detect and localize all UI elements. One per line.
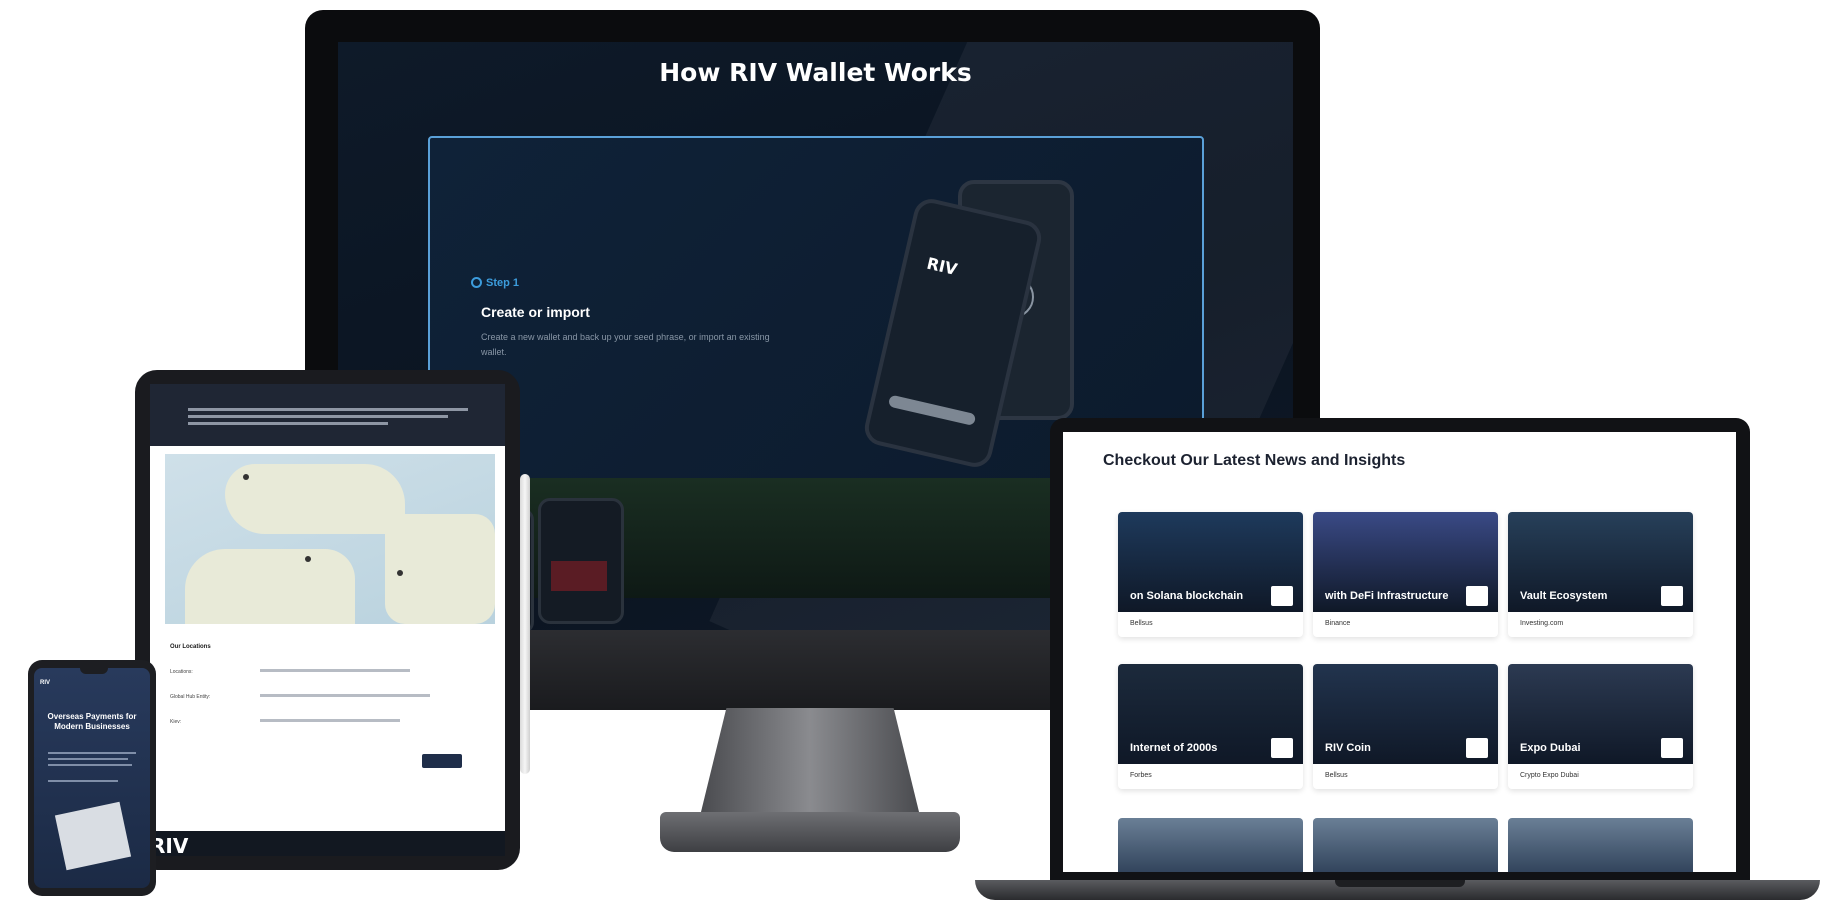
map-land [225, 464, 405, 534]
page-title: How RIV Wallet Works [659, 58, 972, 87]
map-land [385, 514, 495, 624]
location-label: Kiev: [170, 719, 182, 725]
map-pin-icon[interactable] [397, 570, 403, 576]
source-logo-icon [1466, 738, 1488, 758]
news-card[interactable]: Vault Ecosystem Investing.com [1508, 512, 1693, 637]
source-logo-icon [1661, 738, 1683, 758]
phone-text-line [48, 752, 136, 754]
step-label: Step 1 [486, 277, 520, 289]
news-card[interactable]: with DeFi Infrastructure Binance [1313, 512, 1498, 637]
news-card-caption: with DeFi Infrastructure [1325, 590, 1449, 602]
news-card[interactable]: Internet of 2000s Forbes [1118, 664, 1303, 789]
source-logo-icon [1466, 586, 1488, 606]
news-card-source: Bellsus [1325, 772, 1348, 779]
laptop-screen: Checkout Our Latest News and Insights on… [1063, 432, 1736, 872]
phone-logo: RIV [40, 680, 51, 686]
source-logo-icon [1661, 586, 1683, 606]
stylus-pencil [520, 474, 530, 774]
map-pin-icon[interactable] [305, 556, 311, 562]
news-card-source: Bellsus [1130, 620, 1153, 627]
news-card[interactable]: RIV Coin Bellsus [1313, 664, 1498, 789]
locations-title: Our Locations [170, 644, 211, 650]
map-pin-icon[interactable] [243, 474, 249, 480]
news-card-caption: Expo Dubai [1520, 742, 1581, 754]
location-label: Locations: [170, 669, 193, 675]
source-logo-icon [1271, 738, 1293, 758]
location-value [260, 694, 430, 697]
phone-text-line [48, 758, 128, 760]
news-card-caption: RIV Coin [1325, 742, 1371, 754]
payment-card-image [54, 801, 132, 871]
news-card[interactable]: Expo Dubai Crypto Expo Dubai [1508, 664, 1693, 789]
hero-text-placeholder [188, 408, 488, 425]
phone-notch [80, 668, 108, 674]
news-card-source: Forbes [1130, 772, 1152, 779]
news-card-caption: on Solana blockchain [1130, 590, 1244, 602]
tablet-screen: Our Locations Locations: Global Hub Enti… [150, 384, 505, 856]
news-card[interactable] [1508, 818, 1693, 872]
news-card-source: Crypto Expo Dubai [1520, 772, 1579, 779]
monitor-stand-neck [700, 708, 920, 816]
news-section-title: Checkout Our Latest News and Insights [1103, 452, 1406, 469]
news-card[interactable] [1313, 818, 1498, 872]
news-card-source: Investing.com [1520, 620, 1564, 627]
news-card-caption: Vault Ecosystem [1520, 590, 1608, 602]
phone-text-line [48, 764, 132, 766]
phone-text-line [48, 780, 118, 782]
preview-card [551, 561, 607, 591]
news-card-caption: Internet of 2000s [1130, 742, 1218, 754]
phone-hero-title: Overseas Payments for Modern Businesses [47, 712, 137, 731]
location-label: Global Hub Entity: [170, 694, 211, 700]
news-card[interactable]: on Solana blockchain Bellsus [1118, 512, 1303, 637]
step-indicator-icon [471, 277, 482, 288]
map-land [185, 549, 355, 624]
location-value [260, 669, 410, 672]
preview-phone [538, 498, 624, 624]
locations-map[interactable] [165, 454, 495, 624]
location-value [260, 719, 400, 722]
riv-logo-icon: RIV [924, 253, 960, 280]
news-card[interactable] [1118, 818, 1303, 872]
step-description: Create a new wallet and back up your see… [481, 332, 770, 357]
monitor-stand-base [660, 812, 960, 852]
news-card-source: Binance [1325, 620, 1351, 627]
step-title: Create or import [481, 304, 590, 320]
tablet-footer [150, 831, 505, 856]
source-logo-icon [1271, 586, 1293, 606]
submit-button[interactable] [422, 754, 462, 768]
laptop-hinge [1335, 880, 1465, 887]
phone-screen: RIV Overseas Payments for Modern Busines… [34, 668, 150, 888]
app-button [887, 394, 977, 427]
